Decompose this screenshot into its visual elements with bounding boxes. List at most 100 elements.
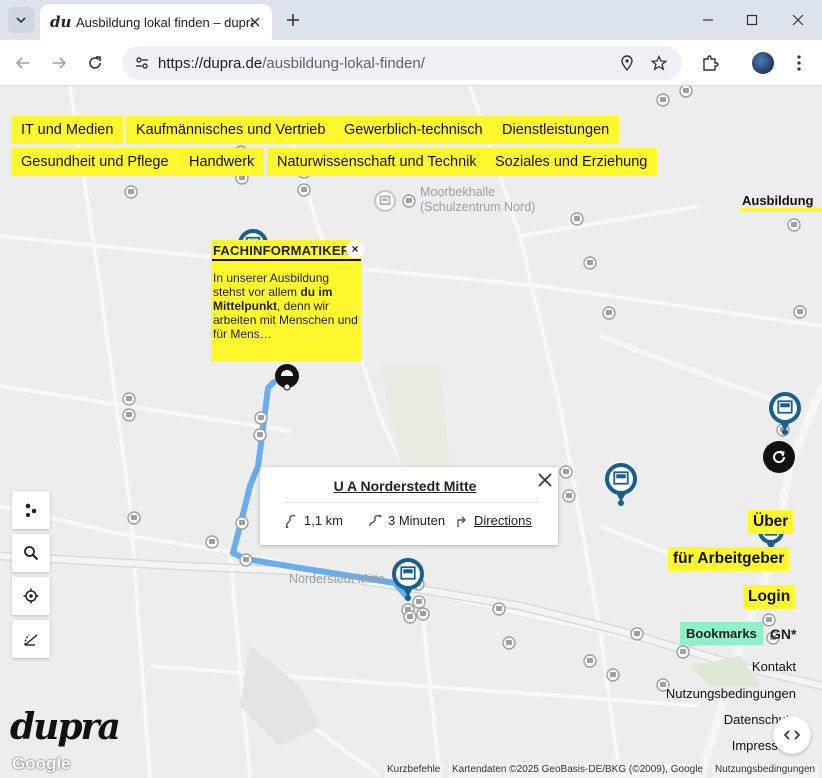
refresh-button[interactable] xyxy=(763,441,795,473)
arrow-left-icon xyxy=(15,57,29,69)
job-popup-title: FACHINFORMATIKER xyxy=(212,243,361,261)
bus-stop-icon xyxy=(235,516,249,530)
bus-stop-icon xyxy=(787,218,801,232)
footer-link-nutzungsbedingungen[interactable]: Nutzungsbedingungen xyxy=(665,686,796,701)
map-layer-button[interactable] xyxy=(12,491,50,529)
site-info-button[interactable] xyxy=(130,51,154,75)
station-title[interactable]: U A Norderstedt Mitte xyxy=(260,478,550,494)
bus-stop-icon xyxy=(676,645,690,659)
crosshair-icon xyxy=(23,588,39,604)
reload-icon xyxy=(89,56,101,69)
bus-stop-icon xyxy=(583,654,597,668)
nav-fuer-arbeitgeber[interactable]: für Arbeitgeber xyxy=(668,547,790,571)
dupra-logo[interactable]: dupra xyxy=(10,706,121,748)
gn-link[interactable]: GN* xyxy=(770,626,796,642)
bus-stop-icon xyxy=(492,602,506,616)
category-kaufmaennisch[interactable]: Kaufmännisches und Vertrieb xyxy=(126,116,336,144)
route-points-icon xyxy=(25,503,37,517)
directions-label: Directions xyxy=(474,513,532,528)
url-host: https://dupra.de xyxy=(158,55,263,72)
station-pin-icon[interactable] xyxy=(769,392,801,435)
bus-stop-icon xyxy=(606,668,620,682)
bus-stop-icon xyxy=(762,613,776,627)
tab-search-button[interactable] xyxy=(8,7,34,33)
bus-stop-icon xyxy=(502,636,516,650)
distance-icon xyxy=(284,514,298,528)
category-soziales[interactable]: Soziales und Erziehung xyxy=(485,148,658,176)
nav-ueber[interactable]: Über xyxy=(748,510,794,534)
my-location-button[interactable] xyxy=(12,577,50,615)
close-window-button[interactable] xyxy=(781,6,815,34)
bus-stop-icon xyxy=(793,305,807,319)
tab-bar: du Ausbildung lokal finden – dupra xyxy=(0,0,822,40)
bookmark-star-button[interactable] xyxy=(647,51,671,75)
radius-icon xyxy=(24,634,38,646)
station-info-window: U A Norderstedt Mitte 1,1 km 3 Minuten D… xyxy=(260,467,558,545)
url-text: https://dupra.de/ausbildung-lokal-finden… xyxy=(158,55,425,72)
bookmarks-button[interactable]: Bookmarks xyxy=(680,622,763,645)
category-naturwissenschaft[interactable]: Naturwissenschaft und Technik xyxy=(267,148,487,176)
extensions-button[interactable] xyxy=(698,51,722,75)
location-button[interactable] xyxy=(615,51,639,75)
dupra-favicon-icon: du xyxy=(50,13,72,31)
tune-icon xyxy=(136,57,148,69)
category-gesundheit[interactable]: Gesundheit und Pflege xyxy=(11,148,179,176)
duration-item: 3 Minuten xyxy=(368,513,445,528)
forward-button[interactable] xyxy=(46,50,72,76)
tab-close-button[interactable] xyxy=(246,13,264,31)
bus-stop-icon xyxy=(253,428,267,442)
distance-item: 1,1 km xyxy=(284,513,343,528)
category-handwerk[interactable]: Handwerk xyxy=(179,148,265,176)
new-tab-button[interactable] xyxy=(282,9,304,31)
nav-ausbildung[interactable]: Ausbildung xyxy=(742,193,814,208)
directions-icon xyxy=(454,514,468,528)
bus-stop-icon xyxy=(559,465,573,479)
back-button[interactable] xyxy=(10,50,36,76)
nav-login[interactable]: Login xyxy=(743,585,796,609)
map-base xyxy=(0,86,822,778)
attrib-kurzbefehle[interactable]: Kurzbefehle xyxy=(384,764,444,778)
bus-stop-icon xyxy=(239,553,253,567)
nav-active-underline xyxy=(740,208,822,212)
category-it-medien[interactable]: IT und Medien xyxy=(11,116,124,144)
place-label-moorbekhalle: Moorbekhalle (Schulzentrum Nord) xyxy=(420,185,535,215)
building-icon xyxy=(374,190,396,212)
plus-icon xyxy=(287,14,299,26)
browser-menu-button[interactable] xyxy=(787,51,811,75)
minimize-icon xyxy=(703,19,713,21)
attrib-nutzungsbedingungen[interactable]: Nutzungsbedingungen xyxy=(712,764,819,778)
close-icon xyxy=(250,17,260,27)
maximize-icon xyxy=(746,14,758,26)
map-canvas[interactable]: IT und Medien Kaufmännisches und Vertrie… xyxy=(0,86,822,778)
map-pan-button[interactable] xyxy=(773,716,811,754)
reload-button[interactable] xyxy=(82,50,108,76)
profile-avatar[interactable] xyxy=(752,52,774,74)
address-bar[interactable]: https://dupra.de/ausbildung-lokal-finden… xyxy=(122,46,682,80)
radius-button[interactable] xyxy=(12,620,50,658)
bus-stop-icon xyxy=(412,595,426,609)
distance-value: 1,1 km xyxy=(304,513,344,528)
maximize-button[interactable] xyxy=(735,6,769,34)
bus-stop-icon xyxy=(630,627,644,641)
bus-stop-icon xyxy=(562,489,576,503)
bus-stop-icon xyxy=(254,411,268,425)
footer-link-kontakt[interactable]: Kontakt xyxy=(751,659,796,674)
info-close-button[interactable] xyxy=(534,469,556,491)
bus-stop-icon xyxy=(583,256,597,270)
chevrons-horizontal-icon xyxy=(784,730,800,740)
job-popup[interactable]: FACHINFORMATIKER In unserer Ausbildung s… xyxy=(211,240,362,362)
bus-stop-icon xyxy=(124,185,138,199)
arrow-right-icon xyxy=(53,57,67,69)
url-path: /ausbildung-lokal-finden/ xyxy=(262,55,425,72)
category-dienstleistungen[interactable]: Dienstleistungen xyxy=(492,116,620,144)
directions-link[interactable]: Directions xyxy=(454,513,532,528)
bus-stop-icon xyxy=(122,392,136,406)
minimize-button[interactable] xyxy=(691,6,725,34)
job-popup-close-button[interactable]: × xyxy=(346,240,364,258)
station-pin-icon[interactable] xyxy=(605,463,637,506)
zoom-icon xyxy=(24,546,39,561)
active-tab[interactable]: du Ausbildung lokal finden – dupra xyxy=(40,4,272,40)
start-marker[interactable] xyxy=(275,364,299,391)
category-gewerblich[interactable]: Gewerblich-technisch xyxy=(334,116,493,144)
zoom-search-button[interactable] xyxy=(12,534,50,572)
